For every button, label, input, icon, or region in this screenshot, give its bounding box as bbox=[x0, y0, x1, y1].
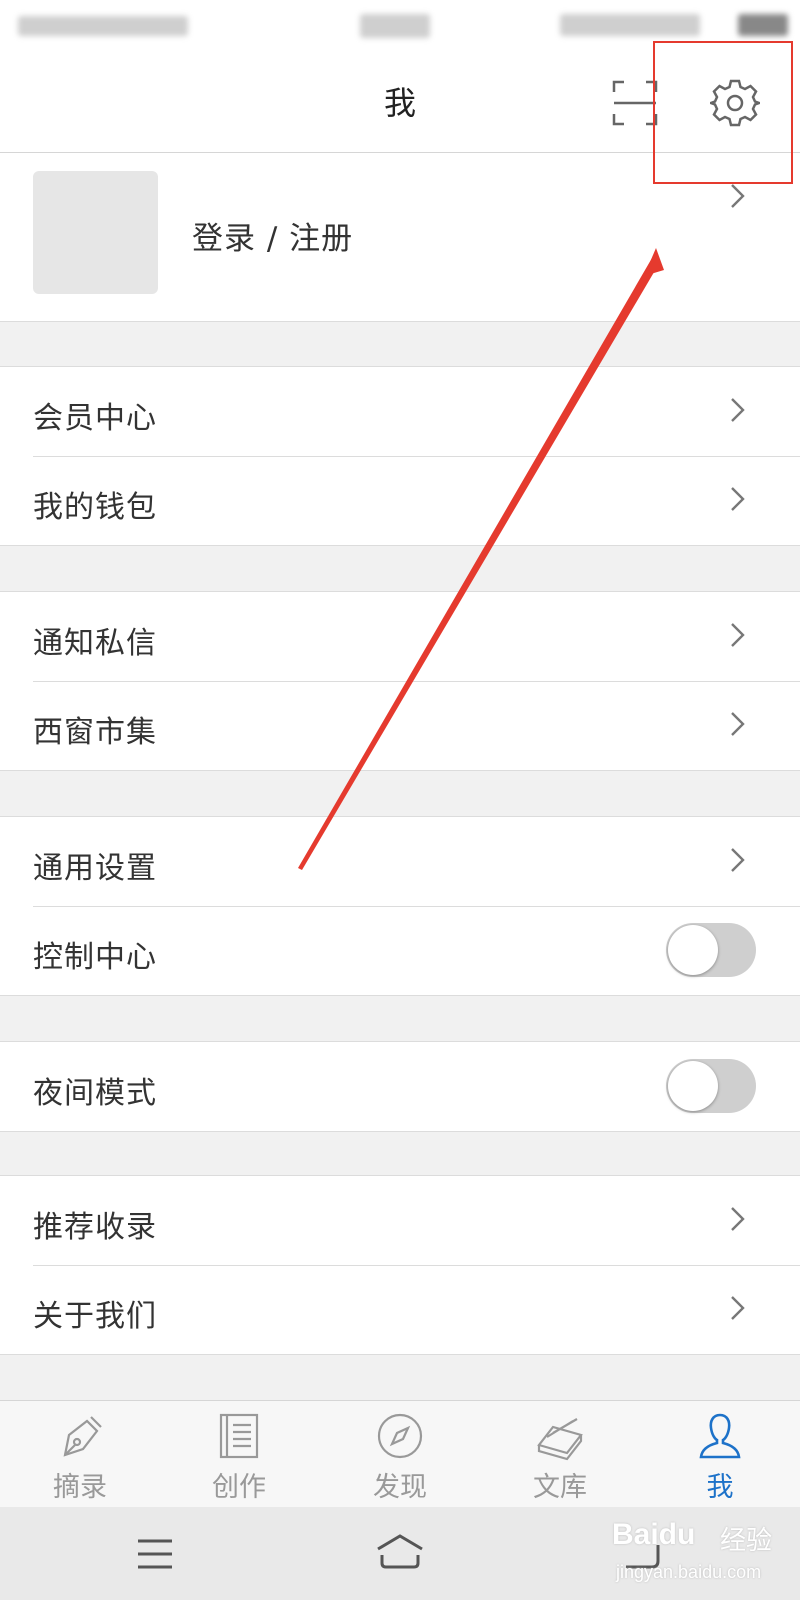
annotation-arrow bbox=[298, 248, 664, 870]
